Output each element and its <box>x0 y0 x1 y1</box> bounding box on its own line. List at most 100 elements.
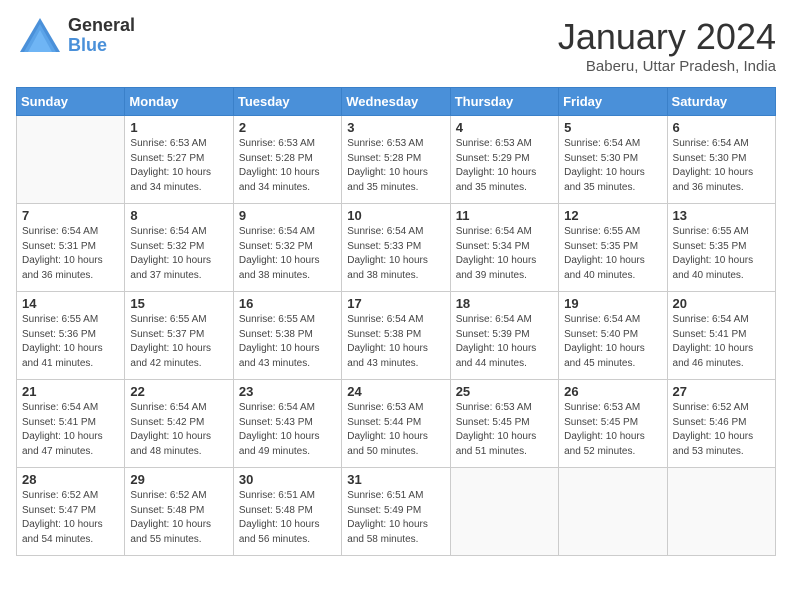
calendar-cell: 12Sunrise: 6:55 AM Sunset: 5:35 PM Dayli… <box>559 204 667 292</box>
calendar-cell: 15 Sunrise: 6:55 AM Sunset: 5:37 PM Dayli… <box>125 292 233 380</box>
day-info: Sunrise: 6:55 AM Sunset: 5:38 PM Dayligh… <box>239 313 336 371</box>
calendar-cell: 2 Sunrise: 6:53 AM Sunset: 5:28 PM Daylig… <box>233 116 341 204</box>
day-info: Sunrise: 6:55 AM Sunset: 5:35 PM Dayligh… <box>564 225 661 283</box>
calendar-cell: 28 Sunrise: 6:52 AM Sunset: 5:47 PM Dayli… <box>17 468 125 556</box>
calendar-cell <box>559 468 667 556</box>
day-number: 18 <box>456 296 553 311</box>
calendar-cell <box>667 468 775 556</box>
day-info: Sunrise: 6:51 AM Sunset: 5:48 PM Dayligh… <box>239 489 336 547</box>
day-info: Sunrise: 6:54 AM Sunset: 5:40 PM Dayligh… <box>564 313 661 371</box>
day-info: Sunrise: 6:54 AM Sunset: 5:30 PM Dayligh… <box>564 137 661 195</box>
day-number: 3 <box>347 120 444 135</box>
calendar-cell: 22 Sunrise: 6:54 AM Sunset: 5:42 PM Dayli… <box>125 380 233 468</box>
day-number: 31 <box>347 472 444 487</box>
day-number: 5 <box>564 120 661 135</box>
logo-icon <box>16 16 64 56</box>
day-number: 28 <box>22 472 119 487</box>
day-of-week-header: Sunday <box>17 88 125 116</box>
day-info: Sunrise: 6:53 AM Sunset: 5:28 PM Dayligh… <box>347 137 444 195</box>
calendar-cell: 17 Sunrise: 6:54 AM Sunset: 5:38 PM Dayli… <box>342 292 450 380</box>
calendar-cell: 1 Sunrise: 6:53 AM Sunset: 5:27 PM Daylig… <box>125 116 233 204</box>
calendar-cell: 4Sunrise: 6:53 AM Sunset: 5:29 PM Daylig… <box>450 116 558 204</box>
day-info: Sunrise: 6:52 AM Sunset: 5:46 PM Dayligh… <box>673 401 770 459</box>
day-info: Sunrise: 6:52 AM Sunset: 5:47 PM Dayligh… <box>22 489 119 547</box>
day-info: Sunrise: 6:53 AM Sunset: 5:45 PM Dayligh… <box>564 401 661 459</box>
day-info: Sunrise: 6:54 AM Sunset: 5:39 PM Dayligh… <box>456 313 553 371</box>
day-of-week-header: Monday <box>125 88 233 116</box>
day-number: 10 <box>347 208 444 223</box>
day-info: Sunrise: 6:54 AM Sunset: 5:41 PM Dayligh… <box>673 313 770 371</box>
logo-text: General Blue <box>68 16 135 56</box>
calendar-cell: 31 Sunrise: 6:51 AM Sunset: 5:49 PM Dayli… <box>342 468 450 556</box>
day-number: 26 <box>564 384 661 399</box>
day-number: 30 <box>239 472 336 487</box>
calendar-cell: 25 Sunrise: 6:53 AM Sunset: 5:45 PM Dayli… <box>450 380 558 468</box>
calendar-cell: 29Sunrise: 6:52 AM Sunset: 5:48 PM Dayli… <box>125 468 233 556</box>
day-number: 6 <box>673 120 770 135</box>
calendar-cell: 18 Sunrise: 6:54 AM Sunset: 5:39 PM Dayli… <box>450 292 558 380</box>
day-info: Sunrise: 6:54 AM Sunset: 5:30 PM Dayligh… <box>673 137 770 195</box>
calendar-week-row: 21Sunrise: 6:54 AM Sunset: 5:41 PM Dayli… <box>17 380 776 468</box>
logo-general-text: General <box>68 16 135 36</box>
day-number: 2 <box>239 120 336 135</box>
calendar-cell: 27 Sunrise: 6:52 AM Sunset: 5:46 PM Dayli… <box>667 380 775 468</box>
page-header: General Blue January 2024 Baberu, Uttar … <box>16 16 776 75</box>
day-info: Sunrise: 6:55 AM Sunset: 5:35 PM Dayligh… <box>673 225 770 283</box>
logo-blue-text: Blue <box>68 36 135 56</box>
day-info: Sunrise: 6:53 AM Sunset: 5:28 PM Dayligh… <box>239 137 336 195</box>
calendar-week-row: 14Sunrise: 6:55 AM Sunset: 5:36 PM Dayli… <box>17 292 776 380</box>
logo: General Blue <box>16 16 135 56</box>
day-info: Sunrise: 6:51 AM Sunset: 5:49 PM Dayligh… <box>347 489 444 547</box>
calendar-cell: 30 Sunrise: 6:51 AM Sunset: 5:48 PM Dayli… <box>233 468 341 556</box>
calendar-week-row: 1 Sunrise: 6:53 AM Sunset: 5:27 PM Daylig… <box>17 116 776 204</box>
calendar-cell <box>17 116 125 204</box>
title-area: January 2024 Baberu, Uttar Pradesh, Indi… <box>558 16 776 75</box>
day-info: Sunrise: 6:55 AM Sunset: 5:36 PM Dayligh… <box>22 313 119 371</box>
day-number: 17 <box>347 296 444 311</box>
calendar-header: SundayMondayTuesdayWednesdayThursdayFrid… <box>17 88 776 116</box>
day-info: Sunrise: 6:53 AM Sunset: 5:45 PM Dayligh… <box>456 401 553 459</box>
calendar-cell: 24 Sunrise: 6:53 AM Sunset: 5:44 PM Dayli… <box>342 380 450 468</box>
day-info: Sunrise: 6:53 AM Sunset: 5:27 PM Dayligh… <box>130 137 227 195</box>
calendar-cell: 3 Sunrise: 6:53 AM Sunset: 5:28 PM Daylig… <box>342 116 450 204</box>
day-info: Sunrise: 6:54 AM Sunset: 5:31 PM Dayligh… <box>22 225 119 283</box>
day-info: Sunrise: 6:54 AM Sunset: 5:34 PM Dayligh… <box>456 225 553 283</box>
day-number: 27 <box>673 384 770 399</box>
calendar-body: 1 Sunrise: 6:53 AM Sunset: 5:27 PM Daylig… <box>17 116 776 556</box>
month-title: January 2024 <box>558 16 776 58</box>
calendar-cell: 19 Sunrise: 6:54 AM Sunset: 5:40 PM Dayli… <box>559 292 667 380</box>
day-number: 11 <box>456 208 553 223</box>
day-number: 15 <box>130 296 227 311</box>
day-number: 29 <box>130 472 227 487</box>
day-of-week-header: Thursday <box>450 88 558 116</box>
day-info: Sunrise: 6:54 AM Sunset: 5:41 PM Dayligh… <box>22 401 119 459</box>
day-number: 9 <box>239 208 336 223</box>
calendar-cell: 6 Sunrise: 6:54 AM Sunset: 5:30 PM Daylig… <box>667 116 775 204</box>
day-info: Sunrise: 6:54 AM Sunset: 5:42 PM Dayligh… <box>130 401 227 459</box>
calendar-cell: 8 Sunrise: 6:54 AM Sunset: 5:32 PM Daylig… <box>125 204 233 292</box>
day-number: 8 <box>130 208 227 223</box>
day-info: Sunrise: 6:54 AM Sunset: 5:32 PM Dayligh… <box>130 225 227 283</box>
calendar-cell: 23Sunrise: 6:54 AM Sunset: 5:43 PM Dayli… <box>233 380 341 468</box>
calendar-cell: 21Sunrise: 6:54 AM Sunset: 5:41 PM Dayli… <box>17 380 125 468</box>
calendar-week-row: 28 Sunrise: 6:52 AM Sunset: 5:47 PM Dayli… <box>17 468 776 556</box>
location-subtitle: Baberu, Uttar Pradesh, India <box>558 58 776 75</box>
day-info: Sunrise: 6:53 AM Sunset: 5:44 PM Dayligh… <box>347 401 444 459</box>
calendar-cell: 5 Sunrise: 6:54 AM Sunset: 5:30 PM Daylig… <box>559 116 667 204</box>
day-number: 1 <box>130 120 227 135</box>
day-number: 22 <box>130 384 227 399</box>
day-info: Sunrise: 6:54 AM Sunset: 5:32 PM Dayligh… <box>239 225 336 283</box>
calendar-cell: 20 Sunrise: 6:54 AM Sunset: 5:41 PM Dayli… <box>667 292 775 380</box>
day-number: 20 <box>673 296 770 311</box>
day-of-week-header: Tuesday <box>233 88 341 116</box>
calendar-cell: 26 Sunrise: 6:53 AM Sunset: 5:45 PM Dayli… <box>559 380 667 468</box>
day-number: 13 <box>673 208 770 223</box>
calendar-table: SundayMondayTuesdayWednesdayThursdayFrid… <box>16 87 776 556</box>
day-info: Sunrise: 6:55 AM Sunset: 5:37 PM Dayligh… <box>130 313 227 371</box>
day-number: 19 <box>564 296 661 311</box>
day-of-week-header: Friday <box>559 88 667 116</box>
day-number: 24 <box>347 384 444 399</box>
day-number: 25 <box>456 384 553 399</box>
day-of-week-header: Wednesday <box>342 88 450 116</box>
day-info: Sunrise: 6:54 AM Sunset: 5:38 PM Dayligh… <box>347 313 444 371</box>
